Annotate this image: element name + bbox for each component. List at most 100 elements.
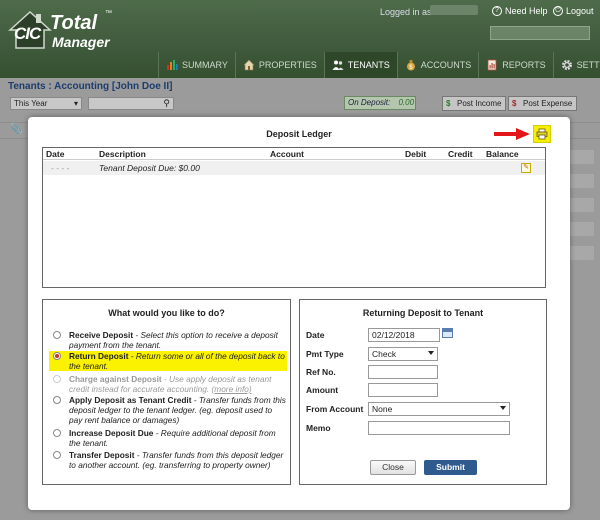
radio-increase-deposit-due[interactable] <box>53 429 61 437</box>
column-header-account: Account <box>270 149 304 159</box>
header-search-input[interactable] <box>490 26 590 40</box>
submit-button[interactable]: Submit <box>424 460 477 475</box>
nav-properties[interactable]: PROPERTIES <box>234 52 324 78</box>
amount-input[interactable] <box>368 383 438 397</box>
period-value: This Year <box>14 99 48 108</box>
option-label: Increase Deposit Due <box>69 428 154 438</box>
option-label: Receive Deposit <box>69 330 134 340</box>
printer-icon <box>536 128 548 140</box>
logout-label: Logout <box>566 6 594 16</box>
main-nav: SUMMARY PROPERTIES TENANTS $ ACCOUNTS RE… <box>158 52 600 78</box>
red-arrow-annotation <box>494 128 530 140</box>
need-help-label: Need Help <box>505 6 548 16</box>
dollar-icon: $ <box>446 99 451 108</box>
deposit-action-options: What would you like to do? Receive Depos… <box>42 299 291 485</box>
option-label: Return Deposit <box>69 351 129 361</box>
from-account-select[interactable]: None <box>368 402 510 416</box>
ledger-search-input[interactable]: ⚲ <box>88 97 174 110</box>
memo-input[interactable] <box>368 421 510 435</box>
nav-accounts[interactable]: $ ACCOUNTS <box>396 52 479 78</box>
option-label: Transfer Deposit <box>69 450 135 460</box>
row-date: - - - - <box>51 163 70 173</box>
period-select[interactable]: This Year ▾ <box>10 97 82 110</box>
pmt-type-label: Pmt Type <box>306 349 344 359</box>
nav-settings[interactable]: SETTINGS <box>552 52 600 78</box>
logo-cic-text: CIC <box>14 24 41 43</box>
amount-label: Amount <box>306 385 339 395</box>
column-header-credit: Credit <box>448 149 473 159</box>
form-title: Returning Deposit to Tenant <box>362 308 484 318</box>
search-icon: ⚲ <box>163 98 170 108</box>
gear-icon <box>561 60 572 70</box>
nav-summary-label: SUMMARY <box>182 60 228 70</box>
modal-title: Deposit Ledger <box>266 129 332 139</box>
row-description: Tenant Deposit Due: $0.00 <box>99 163 200 173</box>
radio-transfer-deposit[interactable] <box>53 451 61 459</box>
option-apply-deposit-credit[interactable]: Apply Deposit as Tenant Credit - Transfe… <box>49 395 287 425</box>
report-icon <box>487 59 497 71</box>
radio-apply-deposit-credit[interactable] <box>53 396 61 404</box>
date-input[interactable]: 02/12/2018 <box>368 328 440 342</box>
logout-link[interactable]: ⏻ Logout <box>553 6 594 16</box>
table-row <box>570 222 594 236</box>
deposit-ledger-modal: Deposit Ledger Date Description Account … <box>28 117 570 510</box>
table-row <box>570 174 594 188</box>
edit-icon[interactable]: ✎ <box>521 163 531 173</box>
close-button[interactable]: Close <box>370 460 416 475</box>
calendar-icon[interactable] <box>442 328 453 338</box>
need-help-link[interactable]: ? Need Help <box>492 6 548 16</box>
radio-receive-deposit[interactable] <box>53 331 61 339</box>
chevron-down-icon <box>500 406 506 410</box>
logo-total-text: Total <box>50 12 98 34</box>
column-header-balance: Balance <box>486 149 519 159</box>
logged-in-label: Logged in as: <box>380 7 435 17</box>
people-icon <box>332 60 344 70</box>
option-receive-deposit[interactable]: Receive Deposit - Select this option to … <box>49 330 287 350</box>
from-account-label: From Account <box>306 404 364 414</box>
table-row <box>570 150 594 164</box>
pmt-type-select[interactable]: Check <box>368 347 438 361</box>
on-deposit-label: On Deposit: <box>348 98 391 107</box>
option-transfer-deposit[interactable]: Transfer Deposit - Transfer funds from t… <box>49 450 287 470</box>
column-header-description: Description <box>99 149 146 159</box>
logo[interactable]: CIC Total Manager ™ <box>8 8 118 52</box>
on-deposit-value: 0.00 <box>398 98 415 107</box>
return-deposit-form: Returning Deposit to Tenant Date 02/12/2… <box>299 299 547 485</box>
paperclip-icon: 📎 <box>10 124 23 135</box>
post-income-button[interactable]: $ Post Income <box>442 96 507 111</box>
nav-tenants-label: TENANTS <box>347 60 390 70</box>
nav-summary[interactable]: SUMMARY <box>158 52 235 78</box>
option-increase-deposit-due[interactable]: Increase Deposit Due - Require additiona… <box>49 428 287 448</box>
nav-settings-label: SETTINGS <box>576 60 600 70</box>
dollar-icon: $ <box>512 99 517 108</box>
option-label: Apply Deposit as Tenant Credit <box>69 395 192 405</box>
nav-reports[interactable]: REPORTS <box>478 52 552 78</box>
money-bag-icon: $ <box>406 60 415 71</box>
more-info-link[interactable]: (more info) <box>212 384 252 394</box>
on-deposit-indicator: On Deposit: 0.00 <box>344 96 416 110</box>
app-header: CIC Total Manager ™ Logged in as: ? Need… <box>0 0 600 78</box>
ledger-header-row: Date Description Account Debit Credit Ba… <box>43 148 545 160</box>
post-income-label: Post Income <box>457 99 502 108</box>
nav-tenants[interactable]: TENANTS <box>323 52 397 78</box>
option-charge-against-deposit: Charge against Deposit - Use apply depos… <box>49 374 287 394</box>
question-icon: ? <box>492 6 502 16</box>
ref-no-input[interactable] <box>368 365 438 379</box>
memo-label: Memo <box>306 423 331 433</box>
post-expense-label: Post Expense <box>523 99 573 108</box>
option-label: Charge against Deposit <box>69 374 162 384</box>
table-row <box>570 246 594 260</box>
options-title: What would you like to do? <box>108 308 225 318</box>
logged-in-user-blurred <box>430 5 478 15</box>
print-button[interactable] <box>533 125 551 143</box>
nav-properties-label: PROPERTIES <box>258 60 317 70</box>
column-header-date: Date <box>46 149 65 159</box>
logo-manager-text: Manager <box>52 34 110 50</box>
post-expense-button[interactable]: $ Post Expense <box>508 96 578 111</box>
house-icon <box>243 59 255 71</box>
pmt-type-value: Check <box>372 349 397 359</box>
option-return-deposit[interactable]: Return Deposit - Return some or all of t… <box>49 351 287 371</box>
breadcrumb: Tenants : Accounting [John Doe II] <box>8 81 173 92</box>
nav-reports-label: REPORTS <box>502 60 546 70</box>
radio-return-deposit[interactable] <box>53 352 61 360</box>
